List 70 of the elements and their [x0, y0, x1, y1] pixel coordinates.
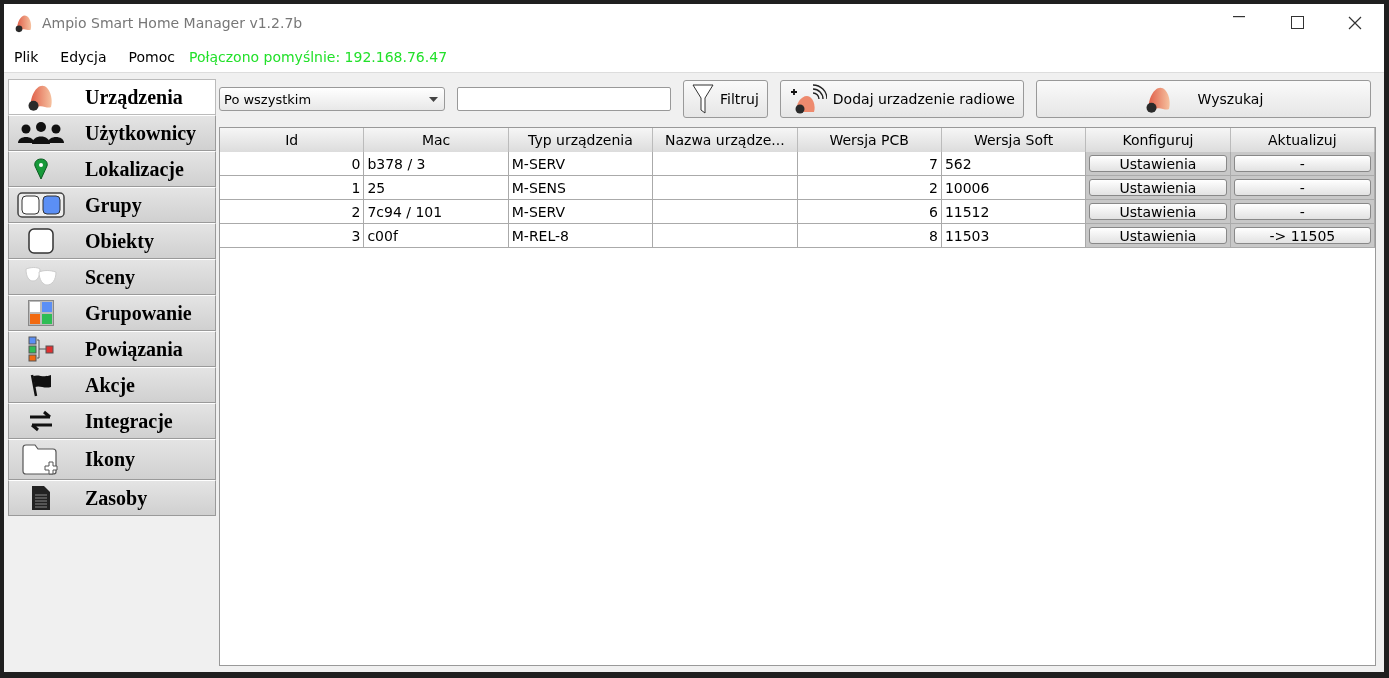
- swap-arrows-icon: [28, 410, 54, 432]
- column-header[interactable]: Typ urządzenia: [508, 128, 654, 152]
- sidebar-tab[interactable]: Zasoby: [8, 480, 216, 516]
- settings-button[interactable]: Ustawienia: [1089, 155, 1227, 172]
- table-cell: 1: [220, 176, 365, 199]
- table-cell: c00f: [364, 224, 509, 247]
- menu-item[interactable]: Edycja: [60, 49, 107, 65]
- search-button[interactable]: Wyszukaj: [1035, 80, 1371, 118]
- minimize-icon[interactable]: [1233, 16, 1245, 18]
- folder-plus-icon: [22, 443, 60, 476]
- maximize-icon[interactable]: [1290, 16, 1304, 29]
- table-cell: 7: [797, 152, 942, 175]
- table-cell: M-SERV: [508, 152, 654, 175]
- update-button[interactable]: -> 11505: [1233, 227, 1371, 244]
- table-cell: M-SENS: [508, 176, 654, 199]
- column-header[interactable]: Nazwa urządze...: [653, 128, 798, 152]
- connection-status: Połączono pomyślnie: 192.168.76.47: [188, 49, 448, 65]
- tiles-icon: [28, 300, 54, 326]
- links-icon: [28, 336, 54, 362]
- close-icon[interactable]: [1348, 16, 1362, 30]
- filter-dropdown[interactable]: Po wszystkim: [219, 87, 445, 111]
- table-cell: 2: [220, 200, 365, 223]
- add-radio-device-button[interactable]: Dodaj urzadzenie radiowe: [779, 80, 1024, 118]
- sidebar-tab[interactable]: Sceny: [8, 259, 216, 295]
- window-title: Ampio Smart Home Manager v1.2.7b: [42, 15, 304, 31]
- settings-button[interactable]: Ustawienia: [1089, 179, 1227, 196]
- document-icon: [31, 485, 51, 511]
- settings-button[interactable]: Ustawienia: [1089, 203, 1227, 220]
- table-cell: 7c94 / 101: [364, 200, 509, 223]
- dropdown-caret-icon: [429, 96, 438, 102]
- groups-icon: [17, 192, 65, 218]
- table-cell: 2: [797, 176, 942, 199]
- update-button[interactable]: -: [1233, 203, 1371, 220]
- sidebar-tab[interactable]: Użytkownicy: [8, 115, 216, 151]
- table-cell: M-SERV: [508, 200, 654, 223]
- sidebar-tab[interactable]: Akcje: [8, 367, 216, 403]
- filter-button[interactable]: Filtruj: [683, 80, 768, 118]
- map-pin-icon: [34, 158, 48, 180]
- flag-icon: [29, 373, 53, 397]
- table-cell: M-REL-8: [508, 224, 654, 247]
- column-header[interactable]: Wersja PCB: [797, 128, 942, 152]
- sidebar-tab[interactable]: Obiekty: [8, 223, 216, 259]
- update-button[interactable]: -: [1233, 155, 1371, 172]
- filter-text-field[interactable]: [457, 87, 671, 111]
- table-cell: 3: [220, 224, 365, 247]
- sidebar-tab[interactable]: Lokalizacje: [8, 151, 216, 187]
- users-icon: [18, 121, 64, 145]
- table-cell: b378 / 3: [364, 152, 509, 175]
- table-cell: 0: [220, 152, 365, 175]
- table-cell: 8: [797, 224, 942, 247]
- sidebar-tab[interactable]: Grupy: [8, 187, 216, 223]
- menu-item[interactable]: Plik: [14, 49, 39, 65]
- sidebar-tab[interactable]: Urządzenia: [8, 79, 216, 115]
- update-button[interactable]: -: [1233, 179, 1371, 196]
- radio-device-add-icon: [788, 84, 827, 114]
- logo-icon: [14, 13, 34, 33]
- column-header[interactable]: Wersja Soft: [941, 128, 1087, 152]
- menu-item[interactable]: Pomoc: [128, 49, 175, 65]
- sidebar-tab[interactable]: Ikony: [8, 439, 216, 480]
- sidebar-tab[interactable]: Integracje: [8, 403, 216, 439]
- table-cell: 25: [364, 176, 509, 199]
- table-cell: 6: [797, 200, 942, 223]
- sidebar-tab[interactable]: Powiązania: [8, 331, 216, 367]
- square-icon: [28, 228, 54, 254]
- sidebar-tab[interactable]: Grupowanie: [8, 295, 216, 331]
- column-header[interactable]: Id: [220, 128, 365, 152]
- masks-icon: [25, 267, 57, 287]
- funnel-icon: [692, 84, 714, 114]
- settings-button[interactable]: Ustawienia: [1089, 227, 1227, 244]
- column-header[interactable]: Mac: [364, 128, 509, 152]
